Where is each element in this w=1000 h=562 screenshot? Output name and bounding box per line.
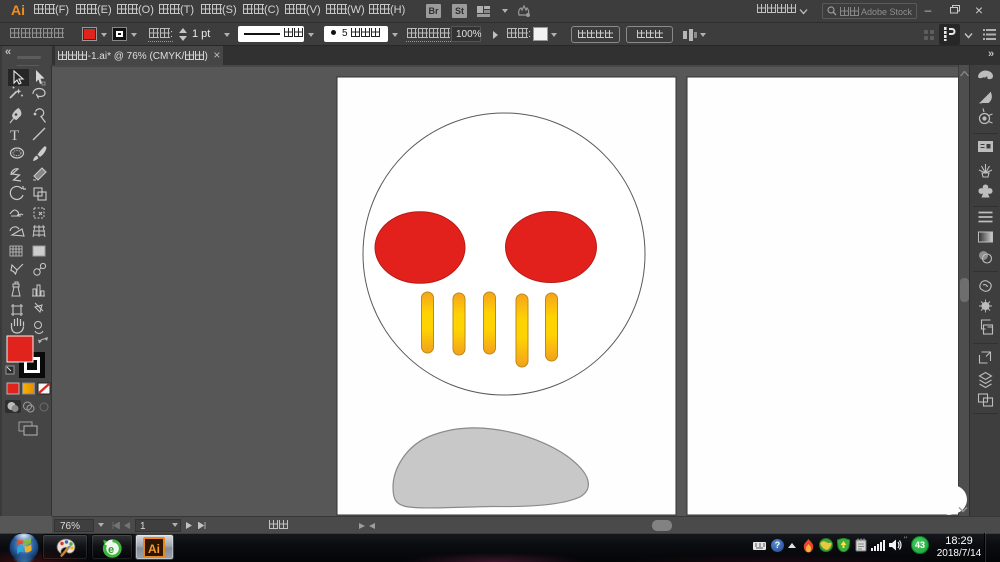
svg-text:e: e (108, 544, 114, 556)
svg-text:T: T (10, 128, 19, 144)
